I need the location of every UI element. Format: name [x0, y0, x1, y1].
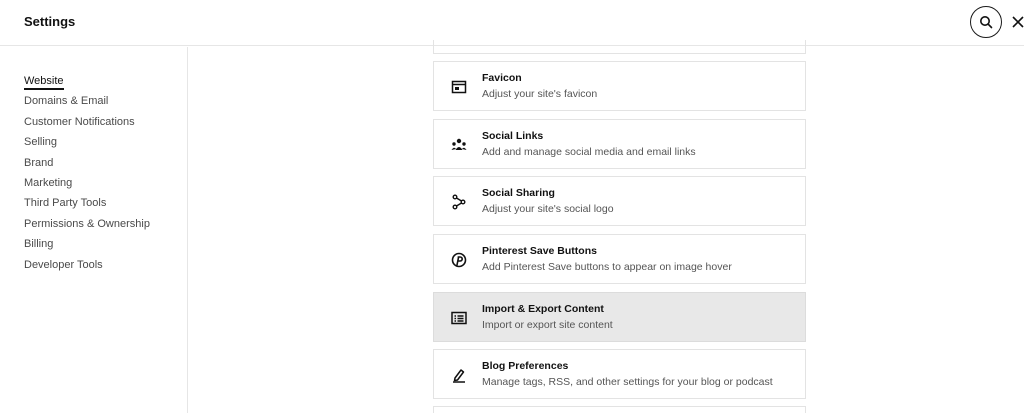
close-button[interactable] — [1011, 12, 1024, 32]
sidebar-item-selling[interactable]: Selling — [24, 134, 150, 154]
blog-preferences-card[interactable]: Blog Preferences Manage tags, RSS, and o… — [433, 349, 806, 399]
sidebar-item-website[interactable]: Website — [24, 73, 150, 93]
sidebar-item-billing[interactable]: Billing — [24, 236, 150, 256]
card-title: Pinterest Save Buttons — [482, 245, 597, 257]
card-subtitle: Manage tags, RSS, and other settings for… — [482, 376, 773, 388]
list-icon — [451, 311, 467, 325]
sidebar-item-domains-email[interactable]: Domains & Email — [24, 93, 150, 113]
import-export-content-card[interactable]: Import & Export Content Import or export… — [433, 292, 806, 342]
sidebar-item-marketing[interactable]: Marketing — [24, 175, 150, 195]
card-subtitle: Import or export site content — [482, 319, 613, 331]
pinterest-save-buttons-card[interactable]: Pinterest Save Buttons Add Pinterest Sav… — [433, 234, 806, 284]
page-title: Settings — [24, 14, 76, 29]
card-subtitle: Add and manage social media and email li… — [482, 146, 696, 158]
card-subtitle: Add Pinterest Save buttons to appear on … — [482, 261, 732, 273]
pinterest-icon — [451, 252, 467, 268]
people-icon — [451, 138, 467, 150]
social-sharing-card[interactable]: Social Sharing Adjust your site's social… — [433, 176, 806, 226]
blog-pen-icon — [453, 369, 465, 383]
favicon-icon — [451, 80, 467, 94]
card-title: Social Links — [482, 130, 544, 142]
settings-card-partial-bottom[interactable] — [433, 406, 806, 413]
settings-card-partial[interactable] — [433, 40, 806, 54]
favicon-card[interactable]: Favicon Adjust your site's favicon — [433, 61, 806, 111]
search-button[interactable] — [970, 6, 1002, 38]
settings-sidebar: Website Domains & Email Customer Notific… — [0, 47, 188, 413]
sidebar-item-third-party-tools[interactable]: Third Party Tools — [24, 195, 150, 215]
search-icon — [980, 16, 993, 29]
social-links-card[interactable]: Social Links Add and manage social media… — [433, 119, 806, 169]
sidebar-nav: Website Domains & Email Customer Notific… — [24, 73, 150, 277]
card-title: Blog Preferences — [482, 360, 569, 372]
sidebar-item-developer-tools[interactable]: Developer Tools — [24, 257, 150, 277]
sidebar-item-customer-notifications[interactable]: Customer Notifications — [24, 114, 150, 134]
card-title: Social Sharing — [482, 187, 555, 199]
share-icon — [452, 194, 466, 210]
card-subtitle: Adjust your site's favicon — [482, 88, 598, 100]
sidebar-item-permissions-ownership[interactable]: Permissions & Ownership — [24, 216, 150, 236]
sidebar-item-brand[interactable]: Brand — [24, 155, 150, 175]
close-icon — [1012, 16, 1024, 28]
card-title: Favicon — [482, 72, 522, 84]
card-title: Import & Export Content — [482, 303, 604, 315]
card-subtitle: Adjust your site's social logo — [482, 203, 614, 215]
